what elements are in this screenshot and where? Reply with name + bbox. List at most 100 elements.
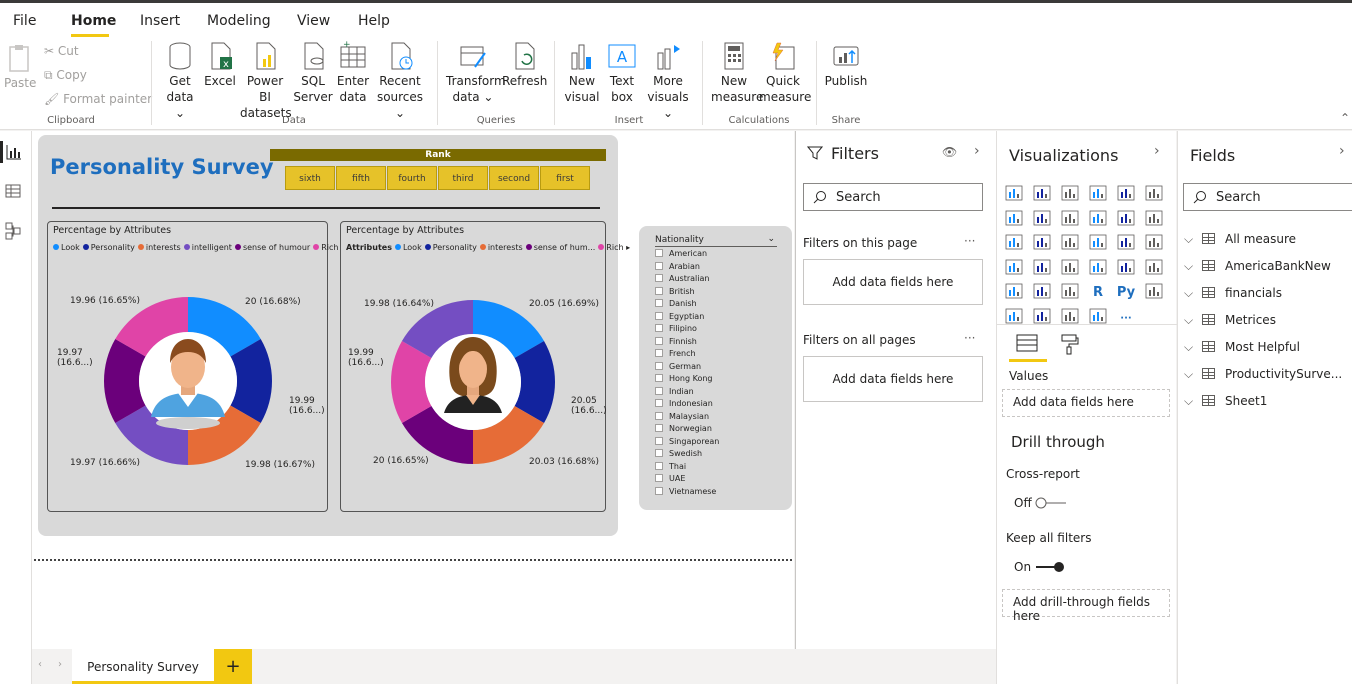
qa-icon[interactable]: [1033, 308, 1051, 324]
data-view-icon[interactable]: [5, 183, 21, 199]
model-view-icon[interactable]: [5, 222, 21, 240]
checkbox[interactable]: [655, 336, 663, 345]
collapse-viz-icon[interactable]: ›: [1154, 143, 1160, 159]
field-table-item[interactable]: ⌵ ProductivitySurve...: [1184, 367, 1342, 382]
nationality-slicer-header[interactable]: Nationality ⌄: [655, 234, 777, 247]
nationality-option[interactable]: Malaysian: [655, 411, 709, 421]
next-page-icon[interactable]: ›: [58, 659, 62, 670]
checkbox[interactable]: [655, 361, 663, 370]
table-icon[interactable]: [1033, 283, 1051, 299]
sql-server-button[interactable]: SQL Server: [293, 41, 333, 105]
more-icon[interactable]: ···: [1117, 308, 1135, 324]
checkbox[interactable]: [655, 424, 663, 432]
ribbon-chart-icon[interactable]: [1145, 210, 1163, 226]
paginated-icon[interactable]: [1089, 308, 1107, 324]
excel-button[interactable]: x Excel: [204, 41, 236, 89]
rank-button-fifth[interactable]: fifth: [336, 166, 386, 190]
rank-button-second[interactable]: second: [489, 166, 539, 190]
recent-sources-button[interactable]: Recent sources ⌄: [373, 41, 427, 121]
checkbox[interactable]: [655, 274, 663, 282]
area-chart-icon[interactable]: [1033, 210, 1051, 226]
chevron-down-icon[interactable]: ⌄: [767, 234, 775, 244]
donut-icon[interactable]: [1117, 234, 1135, 250]
more-options-icon[interactable]: ···: [964, 331, 975, 345]
stacked-column-icon[interactable]: [1033, 185, 1051, 201]
field-table-item[interactable]: ⌵ All measure: [1184, 232, 1296, 247]
waterfall-icon[interactable]: [1005, 234, 1023, 250]
menu-insert[interactable]: Insert: [140, 13, 180, 29]
transform-data-button[interactable]: Transform data ⌄: [446, 41, 506, 105]
chevron-down-icon[interactable]: ⌵: [1184, 259, 1198, 274]
nationality-option[interactable]: Finnish: [655, 336, 697, 346]
kpi-icon[interactable]: [1145, 259, 1163, 275]
copy-button[interactable]: ⧉ Copy: [44, 68, 87, 83]
stacked-bar-icon[interactable]: [1005, 185, 1023, 201]
matrix-icon[interactable]: [1061, 283, 1079, 299]
rank-button-first[interactable]: first: [540, 166, 590, 190]
chevron-down-icon[interactable]: ⌵: [1184, 232, 1198, 247]
nationality-option[interactable]: Singaporean: [655, 436, 719, 446]
nationality-option[interactable]: Norwegian: [655, 424, 712, 433]
filters-page-drop-zone[interactable]: Add data fields here: [803, 259, 983, 305]
menu-home[interactable]: Home: [71, 13, 116, 29]
funnel-icon[interactable]: [1033, 234, 1051, 250]
publish-button[interactable]: Publish: [824, 41, 868, 89]
checkbox[interactable]: [655, 411, 663, 420]
nationality-option[interactable]: German: [655, 361, 701, 371]
keep-filters-toggle[interactable]: [1034, 560, 1068, 574]
filled-map-icon[interactable]: [1033, 259, 1051, 275]
scatter-icon[interactable]: [1061, 234, 1079, 250]
legend-next-icon[interactable]: ▸: [626, 243, 630, 252]
prev-page-icon[interactable]: ‹: [38, 659, 42, 670]
filters-all-drop-zone[interactable]: Add data fields here: [803, 356, 983, 402]
nationality-option[interactable]: Swedish: [655, 449, 702, 458]
pie-icon[interactable]: [1089, 234, 1107, 250]
key-influencers-icon[interactable]: [1145, 283, 1163, 299]
100-column-icon[interactable]: [1145, 185, 1163, 201]
field-table-item[interactable]: ⌵ Metrices: [1184, 313, 1276, 328]
values-drop-zone[interactable]: Add data fields here: [1002, 389, 1170, 417]
text-box-button[interactable]: A Text box: [605, 41, 639, 105]
drill-through-drop-zone[interactable]: Add drill-through fields here: [1002, 589, 1170, 623]
chevron-down-icon[interactable]: ⌵: [1184, 313, 1198, 328]
report-view-icon[interactable]: [6, 144, 22, 160]
collapse-ribbon-icon[interactable]: ⌃: [1340, 111, 1350, 125]
clustered-column-icon[interactable]: [1089, 185, 1107, 201]
treemap-icon[interactable]: [1145, 234, 1163, 250]
format-painter-button[interactable]: 🖌 Format painter: [44, 92, 152, 106]
nationality-option[interactable]: American: [655, 249, 707, 258]
multirow-card-icon[interactable]: [1117, 259, 1135, 275]
add-page-button[interactable]: +: [214, 649, 252, 684]
nationality-option[interactable]: Filipino: [655, 324, 697, 333]
more-options-icon[interactable]: ···: [964, 234, 975, 248]
nationality-option[interactable]: Indian: [655, 386, 694, 396]
python-visual-icon[interactable]: Py: [1117, 283, 1135, 299]
clustered-bar-icon[interactable]: [1061, 185, 1079, 201]
eye-icon[interactable]: 👁: [942, 145, 957, 159]
checkbox[interactable]: [655, 324, 663, 332]
nationality-option[interactable]: Indonesian: [655, 399, 713, 408]
chevron-down-icon[interactable]: ⌵: [1184, 286, 1198, 301]
stacked-area-icon[interactable]: [1061, 210, 1079, 226]
nationality-option[interactable]: Egyptian: [655, 311, 704, 321]
rank-button-fourth[interactable]: fourth: [387, 166, 437, 190]
nationality-option[interactable]: Arabian: [655, 261, 700, 271]
checkbox[interactable]: [655, 449, 663, 457]
decomposition-tree-icon[interactable]: [1005, 308, 1023, 324]
nationality-option[interactable]: Australian: [655, 274, 709, 283]
menu-view[interactable]: View: [297, 13, 330, 29]
nationality-option[interactable]: Thai: [655, 461, 686, 471]
nationality-option[interactable]: British: [655, 286, 695, 296]
chevron-down-icon[interactable]: ⌵: [1184, 340, 1198, 355]
checkbox[interactable]: [655, 349, 663, 357]
card-icon[interactable]: [1089, 259, 1107, 275]
slicer-icon[interactable]: [1005, 283, 1023, 299]
checkbox[interactable]: [655, 399, 663, 407]
field-table-item[interactable]: ⌵ Sheet1: [1184, 394, 1267, 409]
rank-button-sixth[interactable]: sixth: [285, 166, 335, 190]
100-bar-icon[interactable]: [1117, 185, 1135, 201]
power-bi-datasets-button[interactable]: Power BI datasets: [240, 41, 292, 121]
nationality-option[interactable]: Vietnamese: [655, 486, 716, 496]
rank-button-third[interactable]: third: [438, 166, 488, 190]
line-column-icon[interactable]: [1089, 210, 1107, 226]
